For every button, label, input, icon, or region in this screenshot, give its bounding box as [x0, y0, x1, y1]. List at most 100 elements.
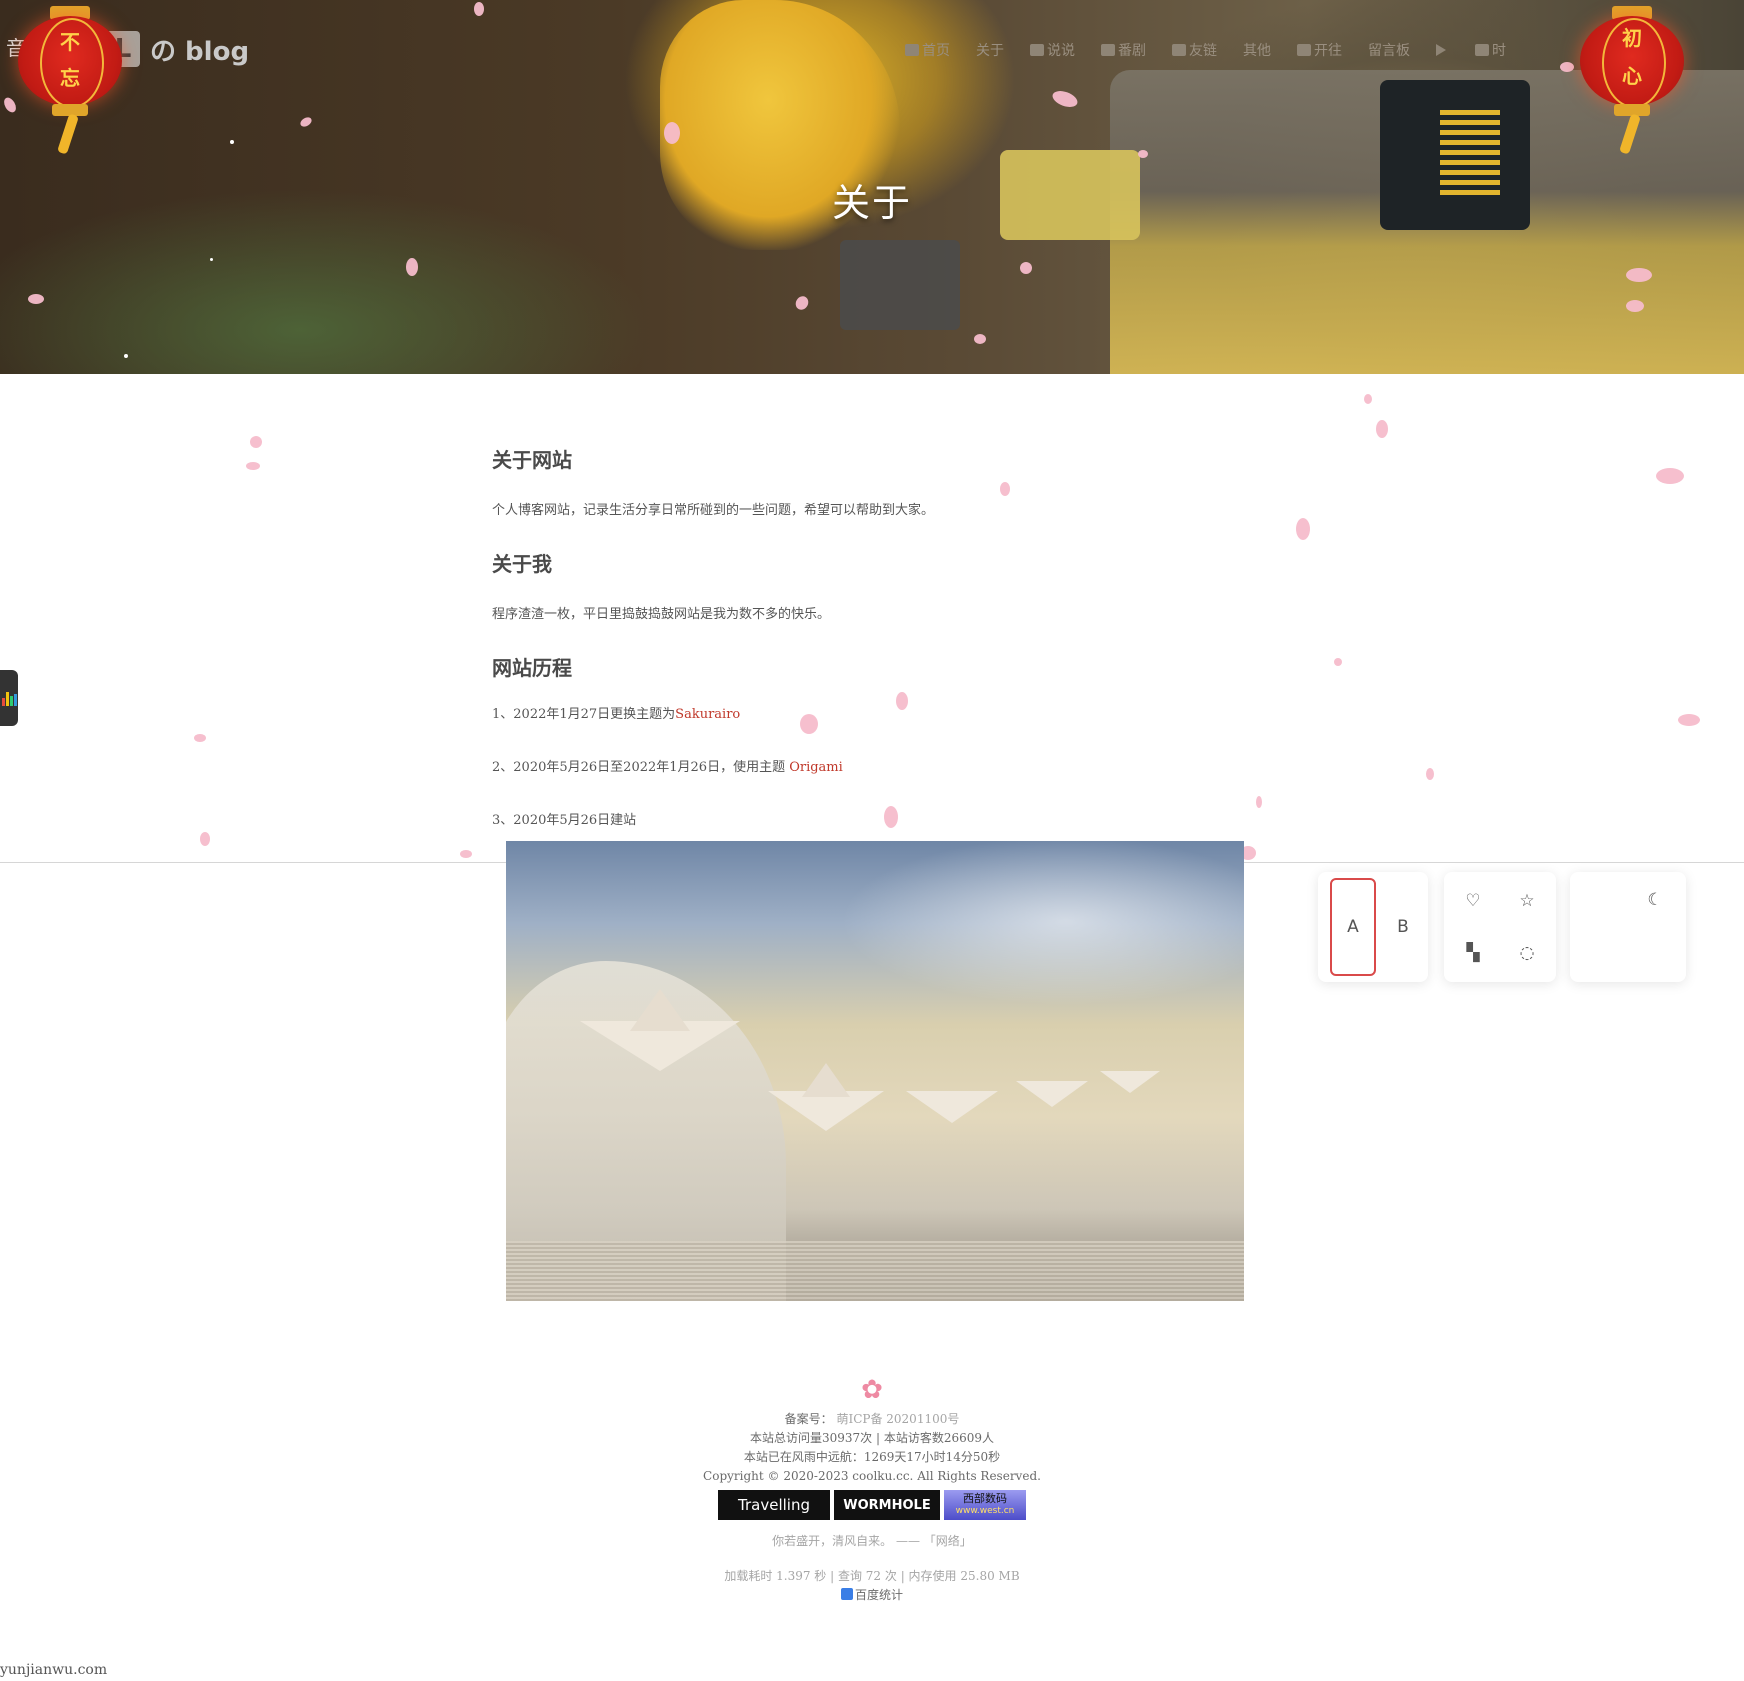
nav-item-label: 首页	[922, 43, 950, 59]
play-icon	[1436, 44, 1446, 56]
icp-prefix: 备案号：	[784, 1412, 833, 1426]
nav-item-other[interactable]: 其他	[1243, 40, 1271, 60]
nav-item-label: 留言板	[1368, 43, 1410, 59]
nav-item-travelling[interactable]: 开往	[1297, 40, 1342, 60]
nav-item-about[interactable]: 关于	[976, 40, 1004, 60]
theme-link-sakurairo[interactable]: Sakurairo	[675, 707, 740, 722]
font-option-b[interactable]: B	[1380, 878, 1426, 976]
theme-icon-group: ♡ ☆ ▚ ◌	[1444, 872, 1556, 982]
petal	[200, 832, 210, 846]
icp-number-link[interactable]: 萌ICP备 20201100号	[836, 1412, 959, 1426]
nav-item-label: 其他	[1243, 43, 1271, 59]
paper-boat-sail	[630, 989, 690, 1031]
watermark: yunjianwu.com	[0, 1662, 108, 1678]
petal	[1256, 796, 1262, 808]
font-option-label: B	[1397, 917, 1409, 937]
site-footer: ✿ 备案号： 萌ICP备 20201100号 本站总访问量30937次 | 本站…	[0, 1376, 1744, 1605]
lantern-char: 不	[60, 30, 80, 54]
petal	[896, 692, 908, 710]
nav-item-label: 时	[1492, 43, 1506, 59]
lantern-char: 心	[1622, 64, 1642, 88]
badge-label: Travelling	[738, 1495, 810, 1514]
checker-icon[interactable]: ▚	[1450, 930, 1496, 976]
petal	[793, 293, 811, 313]
nav-item-label: 开往	[1314, 43, 1342, 59]
bar	[14, 694, 17, 706]
link-icon	[1172, 44, 1186, 56]
baidu-label: 百度统计	[854, 1588, 903, 1602]
badge-label: 西部数码	[963, 1492, 1007, 1505]
travelling-badge[interactable]: Travelling	[718, 1490, 830, 1520]
film-icon	[1101, 44, 1115, 56]
settings-widget: A B ♡ ☆ ▚ ◌ ☾	[1318, 872, 1686, 982]
petal	[28, 294, 44, 304]
baidu-icon	[840, 1588, 853, 1600]
petal	[1656, 468, 1684, 484]
petal	[460, 850, 472, 858]
petal	[1000, 482, 1010, 496]
petal	[1376, 420, 1388, 438]
top-nav: 首页 关于 说说 番剧 友链 其他 开往 留言板 时	[905, 40, 1532, 60]
westcn-badge[interactable]: 西部数码 www.west.cn	[944, 1490, 1026, 1520]
hero-robot-claw	[840, 240, 960, 330]
nav-item-bangumi[interactable]: 番剧	[1101, 40, 1146, 60]
font-option-a[interactable]: A	[1330, 878, 1376, 976]
train-icon	[1297, 44, 1311, 56]
origami-image	[506, 841, 1244, 1301]
paper-boat	[1100, 1071, 1160, 1093]
home-icon	[905, 44, 919, 56]
petal	[1626, 300, 1644, 312]
leaf-icon[interactable]: ◌	[1504, 930, 1550, 976]
visit-stats: 本站总访问量30937次 | 本站访客数26609人	[749, 1431, 995, 1445]
bar	[2, 698, 5, 706]
lantern-right: 初 心	[1576, 4, 1688, 155]
heart-icon[interactable]: ♡	[1450, 878, 1496, 924]
bar	[6, 692, 9, 706]
star-icon[interactable]: ☆	[1504, 878, 1550, 924]
section-text: 程序渣渣一枚，平日里捣鼓捣鼓网站是我为数不多的快乐。	[492, 607, 831, 622]
side-stats-tab[interactable]	[0, 670, 18, 726]
nav-item-label: 友链	[1189, 43, 1217, 59]
lantern-char: 初	[1622, 26, 1642, 50]
nav-item-links[interactable]: 友链	[1172, 40, 1217, 60]
copyright-text: Copyright © 2020-2023 coolku.cc. All Rig…	[703, 1469, 1041, 1483]
paper-boat	[768, 1091, 884, 1131]
nav-item-label: 番剧	[1118, 43, 1146, 59]
baidu-stats[interactable]: 百度统计	[0, 1586, 1744, 1605]
history-item: 3、2020年5月26日建站	[492, 809, 1252, 828]
font-option-label: A	[1347, 917, 1359, 937]
history-text: 3、2020年5月26日建站	[492, 813, 637, 828]
history-item: 2、2020年5月26日至2022年1月26日，使用主题 Origami	[492, 756, 1252, 775]
nav-item-play[interactable]	[1436, 40, 1449, 60]
nav-item-shuoshuo[interactable]: 说说	[1030, 40, 1075, 60]
badge-label: WORMHOLE	[843, 1497, 931, 1513]
theme-link-origami[interactable]: Origami	[789, 760, 843, 775]
mode-group: ☾	[1570, 872, 1686, 982]
footer-quote: 你若盛开，清风自来。 —— 「网络」	[772, 1534, 972, 1548]
logo-text: の blog	[150, 36, 250, 67]
site-logo[interactable]: L の blog	[106, 30, 249, 68]
petal	[1334, 658, 1342, 666]
book-edge	[506, 1241, 1244, 1301]
lantern-left: 不 忘	[14, 4, 126, 155]
petal	[884, 806, 898, 828]
paper-boat	[1016, 1081, 1088, 1107]
paper-boat	[906, 1091, 998, 1123]
petal	[194, 734, 206, 742]
petal	[664, 122, 680, 144]
section-text: 个人博客网站，记录生活分享日常所碰到的一些问题，希望可以帮助到大家。	[492, 503, 935, 518]
petal	[250, 436, 262, 448]
lantern-char: 忘	[60, 66, 80, 90]
nav-item-home[interactable]: 首页	[905, 40, 950, 60]
blank-option[interactable]	[1578, 878, 1624, 976]
wormhole-badge[interactable]: WORMHOLE	[834, 1490, 940, 1520]
petal	[1678, 714, 1700, 726]
petal	[406, 258, 418, 276]
moon-icon[interactable]: ☾	[1632, 878, 1678, 976]
petal	[974, 334, 986, 344]
nav-item-archive[interactable]: 时	[1475, 40, 1506, 60]
petal	[1138, 150, 1148, 158]
sakura-icon: ✿	[861, 1375, 883, 1405]
nav-item-guestbook[interactable]: 留言板	[1368, 40, 1410, 60]
bar	[10, 696, 13, 706]
